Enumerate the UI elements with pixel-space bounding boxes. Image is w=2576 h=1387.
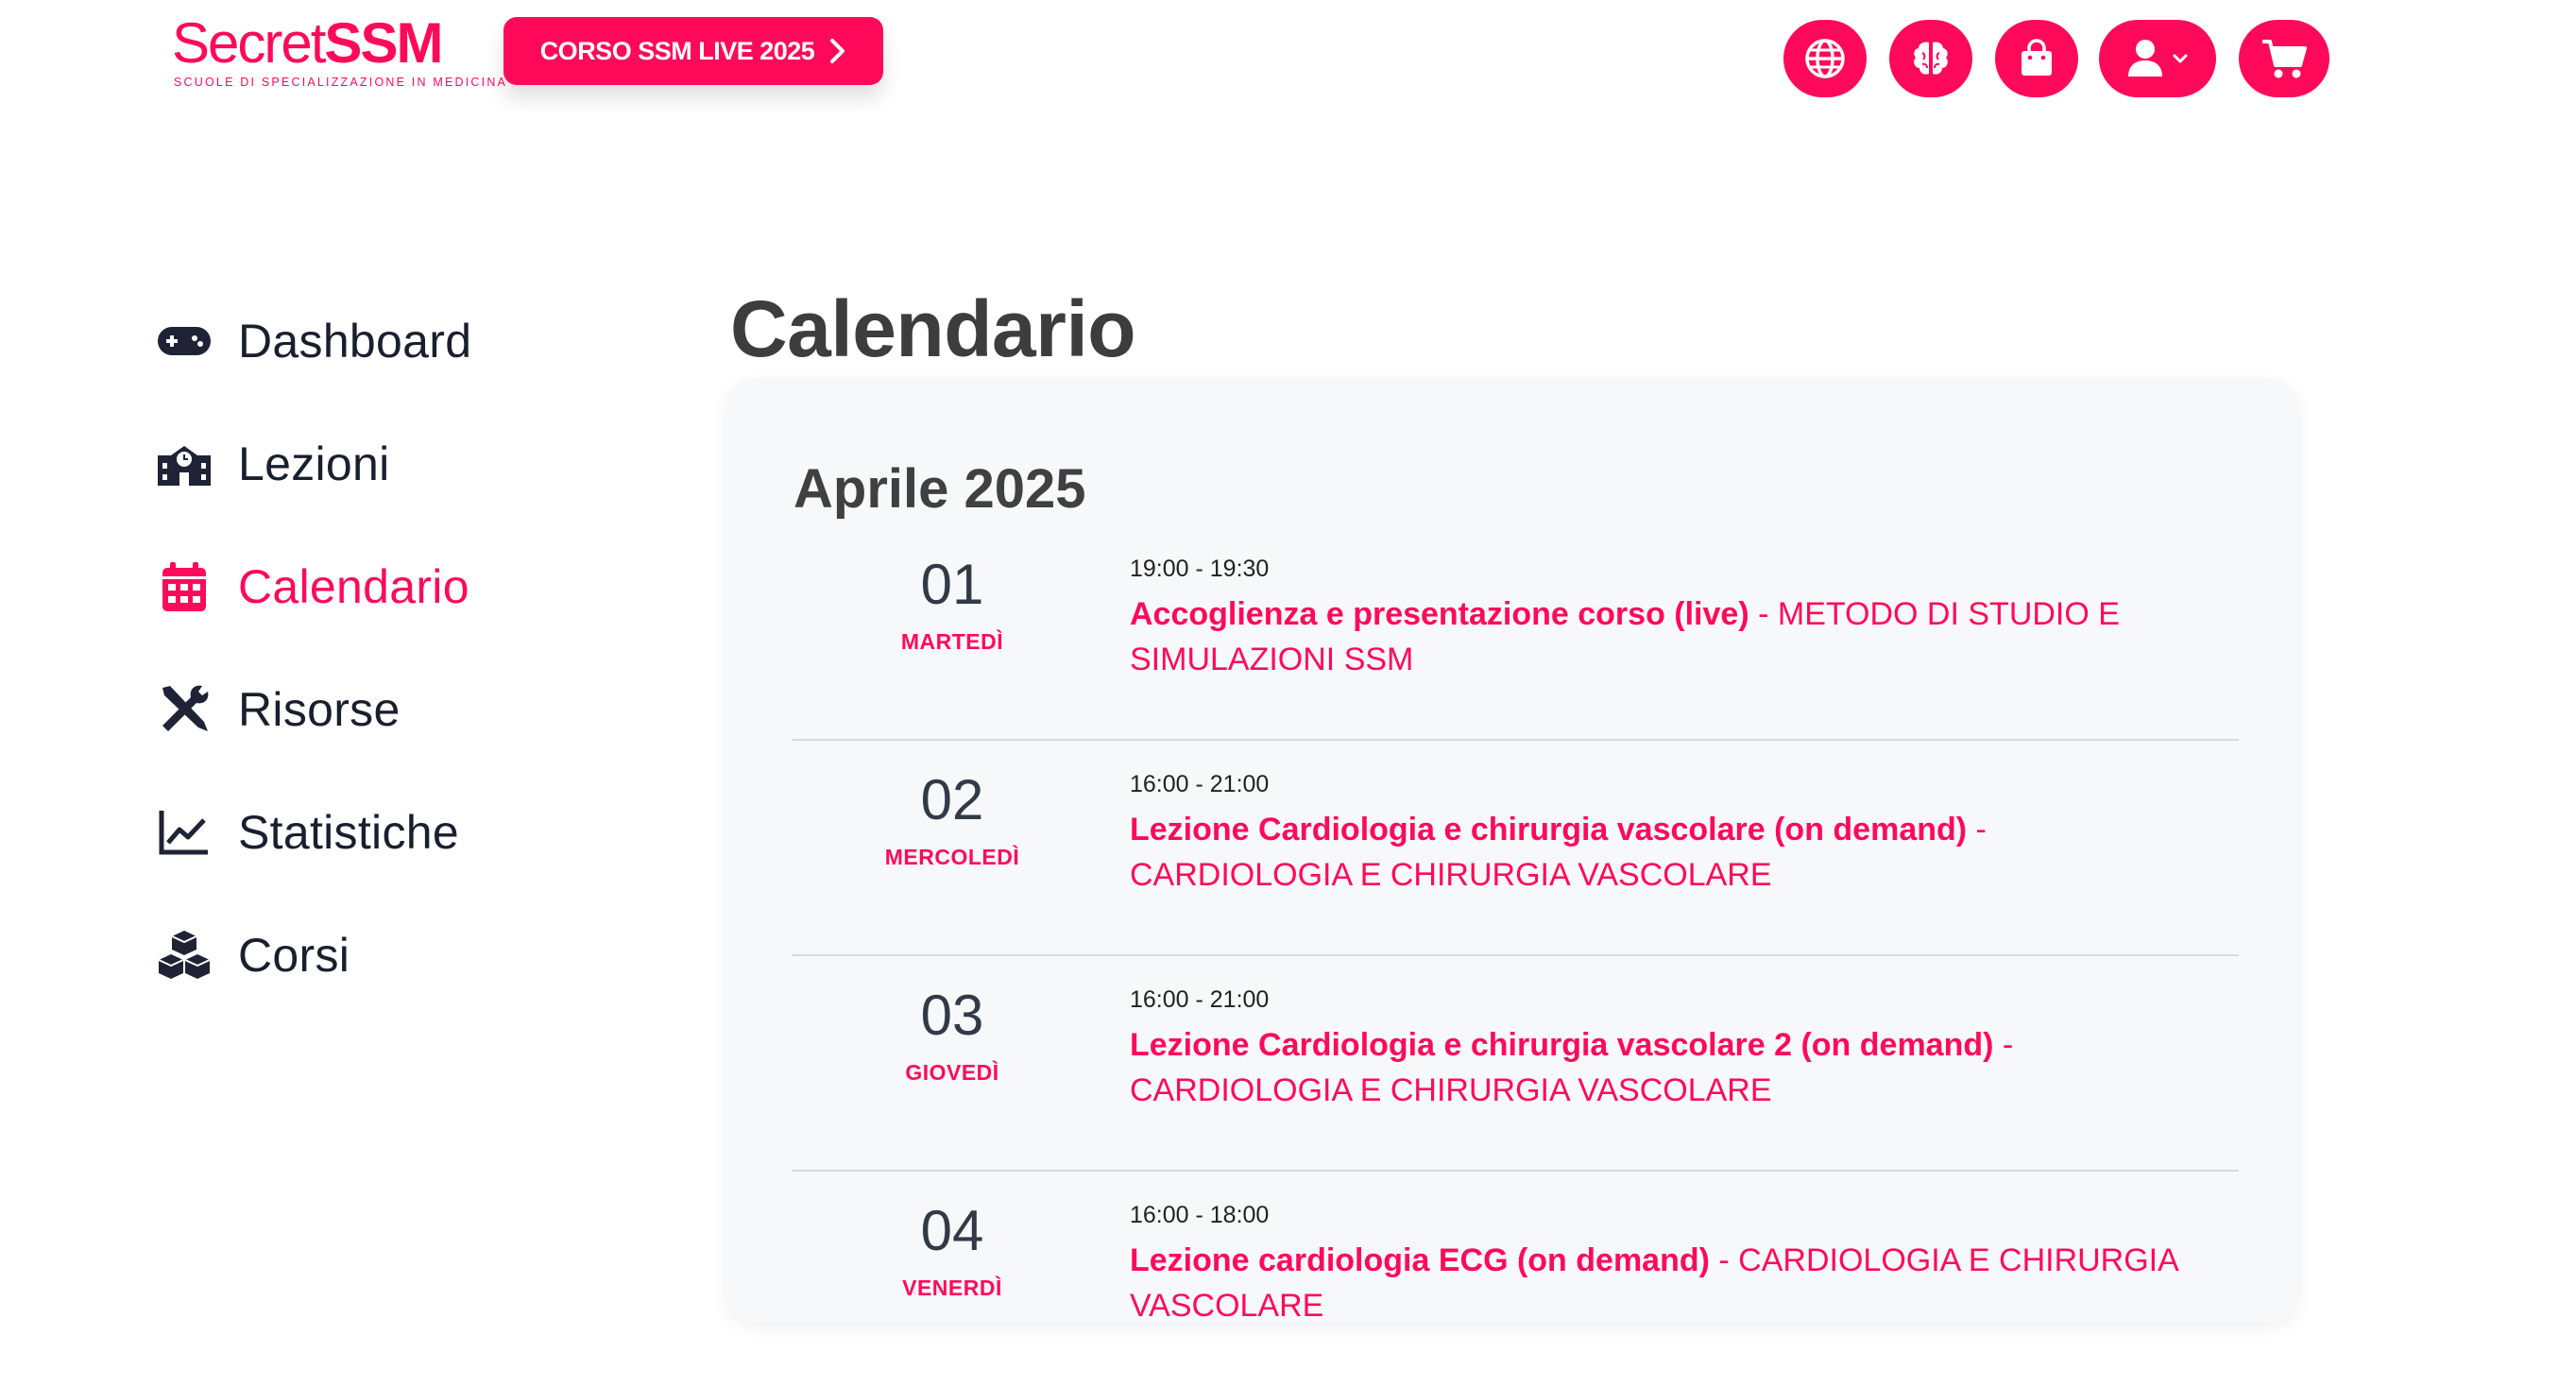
sidebar-item-label: Lezioni — [238, 437, 390, 490]
calendar-icon — [157, 557, 217, 617]
event-description: Lezione Cardiologia e chirurgia vascolar… — [1130, 807, 2216, 898]
sidebar-item-label: Calendario — [238, 560, 469, 613]
event-separator: - — [1749, 596, 1778, 632]
gamepad-icon — [157, 311, 217, 371]
event-description: Lezione cardiologia ECG (on demand) - CA… — [1130, 1238, 2216, 1328]
user-menu-button[interactable] — [2099, 20, 2216, 97]
shop-button[interactable] — [1995, 20, 2078, 97]
chart-line-icon — [157, 802, 217, 863]
calendar-event[interactable]: 03 GIOVEDÌ 16:00 - 21:00 Lezione Cardiol… — [792, 956, 2239, 1172]
event-weekday: MARTEDÌ — [900, 629, 1004, 654]
event-weekday: MERCOLEDÌ — [884, 845, 1020, 869]
brain-button[interactable] — [1889, 20, 1972, 97]
event-category: CARDIOLOGIA E CHIRURGIA VASCOLARE — [1130, 857, 1772, 893]
event-time: 16:00 - 18:00 — [1130, 1202, 1270, 1228]
sidebar-item-label: Statistiche — [238, 806, 459, 859]
logo-text-light: Secret — [172, 11, 326, 75]
event-weekday: GIOVEDÌ — [905, 1060, 999, 1085]
event-description: Lezione Cardiologia e chirurgia vascolar… — [1130, 1022, 2216, 1113]
logo-subtitle: SCUOLE DI SPECIALIZZAZIONE IN MEDICINA — [174, 76, 508, 89]
calendar-event[interactable]: 01 MARTEDÌ 19:00 - 19:30 Accoglienza e p… — [792, 525, 2239, 741]
cart-icon — [2262, 40, 2307, 78]
user-icon — [2128, 40, 2162, 77]
calendar-event[interactable]: 04 VENERDÌ 16:00 - 18:00 Lezione cardiol… — [792, 1172, 2239, 1387]
event-separator: - — [1709, 1242, 1739, 1278]
event-time: 16:00 - 21:00 — [1130, 771, 1270, 797]
event-title[interactable]: Lezione cardiologia ECG (on demand) — [1130, 1242, 1710, 1278]
shopping-bag-icon — [2022, 39, 2052, 76]
event-category: CARDIOLOGIA E CHIRURGIA VASCOLARE — [1130, 1072, 1772, 1108]
sidebar-item-label: Dashboard — [238, 315, 472, 368]
sidebar-item-lezioni[interactable]: Lezioni — [157, 431, 390, 497]
event-day-number: 02 — [920, 768, 984, 831]
event-description: Accoglienza e presentazione corso (live)… — [1130, 591, 2216, 682]
tools-icon — [157, 679, 217, 740]
cart-button[interactable] — [2239, 20, 2329, 97]
month-heading: Aprile 2025 — [793, 458, 1086, 520]
sidebar-item-corsi[interactable]: Corsi — [157, 922, 350, 988]
event-day-number: 01 — [920, 553, 984, 616]
event-time: 19:00 - 19:30 — [1130, 556, 1270, 582]
sidebar-item-label: Risorse — [238, 683, 401, 736]
event-weekday: VENERDÌ — [902, 1276, 1002, 1300]
sidebar-item-calendario[interactable]: Calendario — [157, 554, 469, 620]
event-separator: - — [1993, 1027, 2014, 1063]
logo-wordmark: SecretSSM — [172, 11, 443, 75]
brain-icon — [1914, 42, 1948, 75]
cubes-icon — [157, 925, 217, 985]
chevron-down-icon — [2173, 54, 2188, 63]
corso-ssm-live-button[interactable]: CORSO SSM LIVE 2025 — [503, 17, 883, 85]
language-button[interactable] — [1783, 20, 1867, 97]
sidebar-item-dashboard[interactable]: Dashboard — [157, 308, 471, 374]
calendar-event[interactable]: 02 MERCOLEDÌ 16:00 - 21:00 Lezione Cardi… — [792, 741, 2239, 956]
globe-icon — [1805, 39, 1845, 78]
corso-ssm-live-label: CORSO SSM LIVE 2025 — [539, 36, 815, 65]
page-title: Calendario — [730, 284, 1136, 373]
logo-text-bold: SSM — [324, 11, 443, 75]
sidebar-item-statistiche[interactable]: Statistiche — [157, 799, 459, 865]
event-day-number: 03 — [920, 984, 984, 1047]
chevron-right-icon — [830, 39, 845, 63]
school-icon — [157, 434, 217, 494]
event-title[interactable]: Lezione Cardiologia e chirurgia vascolar… — [1130, 1027, 1993, 1063]
event-day-number: 04 — [920, 1199, 984, 1262]
sidebar-item-risorse[interactable]: Risorse — [157, 676, 401, 743]
secret-ssm-logo[interactable]: SecretSSM SCUOLE DI SPECIALIZZAZIONE IN … — [172, 11, 505, 90]
event-title[interactable]: Accoglienza e presentazione corso (live) — [1130, 596, 1749, 632]
event-time: 16:00 - 21:00 — [1130, 986, 1270, 1013]
event-separator: - — [1967, 812, 1987, 848]
sidebar-item-label: Corsi — [238, 929, 350, 982]
event-title[interactable]: Lezione Cardiologia e chirurgia vascolar… — [1130, 812, 1967, 848]
